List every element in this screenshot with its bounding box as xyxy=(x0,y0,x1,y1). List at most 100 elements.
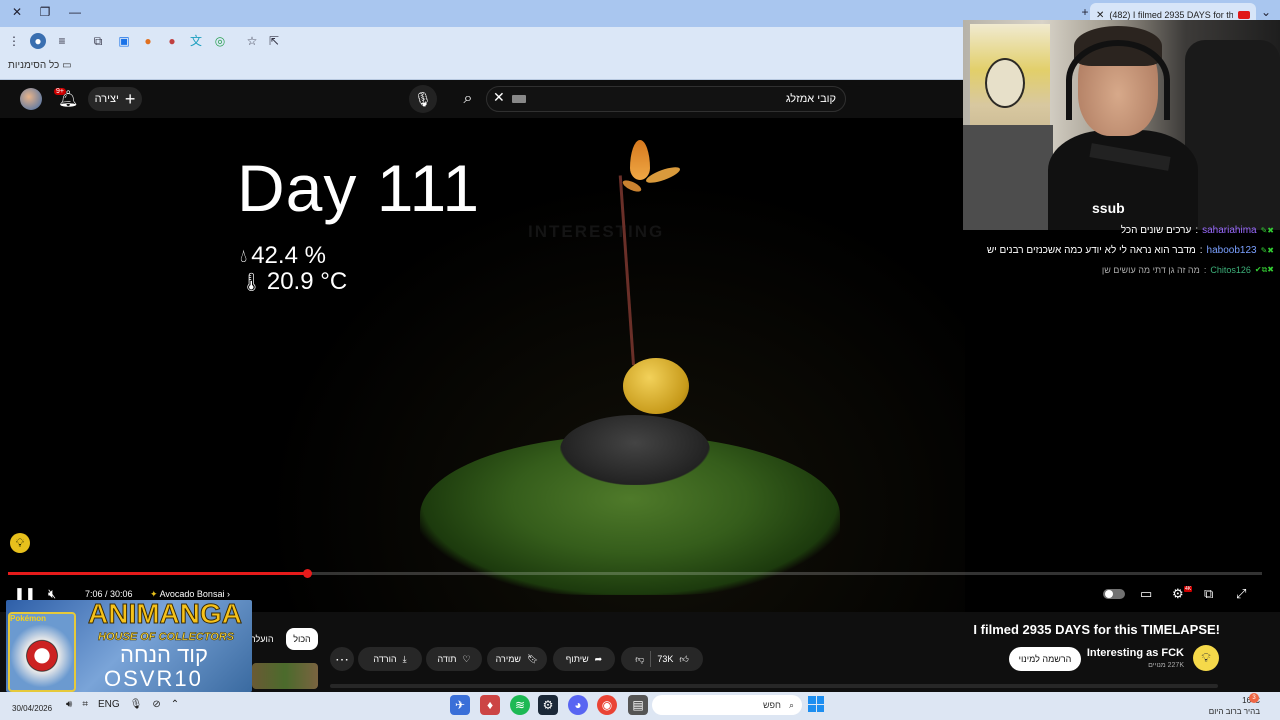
autoplay-toggle[interactable] xyxy=(1103,589,1125,599)
taskbar-app-discord-icon[interactable]: ◕ xyxy=(568,695,588,715)
chat-text: מה זה גן דתי מה עושים שן xyxy=(1101,265,1200,275)
volume-muted-icon: 🔇︎ xyxy=(48,586,57,601)
channel-watermark-lightbulb-icon[interactable]: 💡︎ xyxy=(10,533,30,553)
chat-username[interactable]: sahariahima xyxy=(1202,225,1256,236)
quality-badge: 4K xyxy=(1184,586,1193,592)
thanks-button[interactable]: תודה ♡ xyxy=(426,647,482,671)
taskbar-app-spotify-icon[interactable]: ≋ xyxy=(510,695,530,715)
channel-name[interactable]: Interesting as FCK xyxy=(1087,647,1184,659)
extension-icon[interactable]: ▣ xyxy=(116,33,132,49)
chat-message: ✖✎ haboob123 : מדבר הוא נראה לי לא יודע … xyxy=(987,245,1274,256)
chat-separator: : xyxy=(1195,225,1199,236)
bookmark-icon: 🔖︎ xyxy=(526,653,539,664)
clear-search-icon[interactable]: ✕ xyxy=(493,89,505,106)
video-title: I filmed 2935 DAYS for this TIMELAPSE! xyxy=(973,622,1220,637)
chat-message: ✖⧉✔ Chitos126 : מה זה גן דתי מה עושים שן xyxy=(1102,265,1274,275)
taskbar-date[interactable]: 30/04/2026 xyxy=(12,704,52,713)
painting-face xyxy=(985,58,1025,108)
promo-code-label: קוד הנחה xyxy=(120,642,208,667)
temperature-value: 20.9 °C xyxy=(266,268,348,295)
taskbar-search-label: חפש xyxy=(762,700,781,710)
tab-close-icon[interactable]: ✕ xyxy=(1096,10,1104,21)
chip-all[interactable]: הכול xyxy=(286,628,318,650)
extension-icon[interactable]: ◎ xyxy=(212,33,228,49)
settings-button[interactable]: ⚙ xyxy=(1172,586,1184,602)
all-bookmarks-button[interactable]: כל הסימניות ▭ xyxy=(8,60,72,71)
translate-extension-icon[interactable]: 文 xyxy=(188,33,204,49)
weather-text: בהיר ברוב היום xyxy=(1208,707,1260,716)
chip-uploads[interactable]: הועלה xyxy=(250,628,274,650)
maximize-window-icon[interactable]: ❐ xyxy=(36,5,54,19)
divider xyxy=(650,651,652,667)
minimize-window-icon[interactable]: — xyxy=(66,5,84,19)
all-bookmarks-label: כל הסימניות xyxy=(8,60,60,71)
chat-badges-icon: ✖⧉✔ xyxy=(1254,265,1274,274)
thanks-label: תודה xyxy=(437,654,457,664)
location-off-icon[interactable]: ⊘ xyxy=(152,699,160,710)
microphone-icon[interactable]: 🎙︎ xyxy=(130,699,143,710)
download-icon: ⤓ xyxy=(402,653,407,664)
gear-icon: ⚙ xyxy=(1172,586,1184,601)
new-tab-icon[interactable]: + xyxy=(1076,5,1094,19)
chat-username[interactable]: Chitos126 xyxy=(1210,265,1251,275)
chat-badges-icon: ✖✎ xyxy=(1260,246,1274,255)
taskbar-app-chrome-icon[interactable]: ◉ xyxy=(597,695,617,715)
network-icon[interactable]: ⌗ xyxy=(82,699,88,710)
voice-search-mic-icon[interactable]: 🎙︎ xyxy=(409,85,437,113)
avatar[interactable] xyxy=(20,88,42,110)
chat-username[interactable]: haboob123 xyxy=(1207,245,1257,256)
pokemon-logo: Pokémon xyxy=(10,614,47,623)
tab-search-icon[interactable]: ⌄ xyxy=(1257,5,1275,19)
volume-icon[interactable]: 🔊︎ xyxy=(66,699,72,710)
avocado-seed xyxy=(623,358,689,414)
chat-message: ✖✎ sahariahima : ערכים שונים הכל xyxy=(1121,225,1274,236)
create-button[interactable]: יצירה + xyxy=(88,87,142,111)
promo-brand: ANIMANGA xyxy=(88,598,243,630)
chat-text: מדבר הוא נראה לי לא יודע כמה אשכנזים רבנ… xyxy=(986,245,1196,256)
subtitles-button[interactable]: ▭ xyxy=(1140,586,1152,602)
youtube-favicon-icon xyxy=(1238,11,1250,19)
like-count: 73K xyxy=(657,654,674,664)
media-controls-icon[interactable]: ≡ xyxy=(54,33,70,49)
save-label: שמירה xyxy=(495,654,521,664)
subscribe-button[interactable]: הרשמה למינוי xyxy=(1009,647,1081,671)
channel-avatar[interactable]: 💡︎ xyxy=(1193,645,1219,671)
close-window-icon[interactable]: ✕ xyxy=(8,5,26,19)
search-button[interactable]: ⌕ xyxy=(453,85,483,113)
water-drop-icon: 💧︎ xyxy=(240,245,248,266)
bookmark-star-icon[interactable]: ☆ xyxy=(244,33,260,49)
more-actions-button[interactable]: ⋯ xyxy=(330,647,354,671)
download-button[interactable]: הורדה ⤓ xyxy=(358,647,422,671)
fullscreen-icon: ⤢ xyxy=(1236,586,1247,601)
tab-title: (482) I filmed 2935 DAYS for th xyxy=(1109,10,1233,20)
show-hidden-icons-chevron-up-icon[interactable]: ⌃ xyxy=(171,699,179,710)
description-box[interactable] xyxy=(330,684,1218,688)
related-video-thumbnail[interactable] xyxy=(252,663,318,689)
save-button[interactable]: שמירה 🔖︎ xyxy=(487,647,547,671)
overlay-humidity: 💧︎ 42.4 % xyxy=(240,242,326,270)
more-horizontal-icon: ⋯ xyxy=(335,650,349,667)
extensions-icon[interactable]: ⧉ xyxy=(90,33,106,49)
install-app-icon[interactable]: ⇱ xyxy=(266,33,282,49)
keyboard-icon[interactable] xyxy=(512,95,526,103)
chat-badges-icon: ✖✎ xyxy=(1260,226,1274,235)
windows-start-icon[interactable] xyxy=(808,696,824,712)
extension-icon[interactable]: ● xyxy=(164,33,180,49)
taskbar-app-telegram-icon[interactable]: ✈ xyxy=(450,695,470,715)
taskbar-app-file-explorer-icon[interactable]: ▤ xyxy=(628,695,648,715)
taskbar-search-box[interactable]: חפש ⌕ xyxy=(652,695,802,715)
share-button[interactable]: שיתוף ➦ xyxy=(553,647,615,671)
dislike-icon[interactable]: 👎︎ xyxy=(635,654,644,665)
language-indicator[interactable]: ENG xyxy=(98,699,120,710)
couch xyxy=(963,125,1053,230)
like-icon[interactable]: 👍︎ xyxy=(679,654,688,665)
extension-icon[interactable]: ● xyxy=(140,33,156,49)
shirt-logo: ssub xyxy=(1092,200,1125,216)
miniplayer-button[interactable]: ⧉ xyxy=(1204,586,1213,602)
taskbar-app-icon[interactable]: ♦ xyxy=(480,695,500,715)
fullscreen-button[interactable]: ⤢ xyxy=(1236,586,1246,602)
create-label: יצירה xyxy=(94,93,119,105)
taskbar-app-steam-icon[interactable]: ⚙ xyxy=(538,695,558,715)
menu-icon[interactable]: ⋮ xyxy=(6,33,22,49)
profile-icon[interactable]: ● xyxy=(30,33,46,49)
